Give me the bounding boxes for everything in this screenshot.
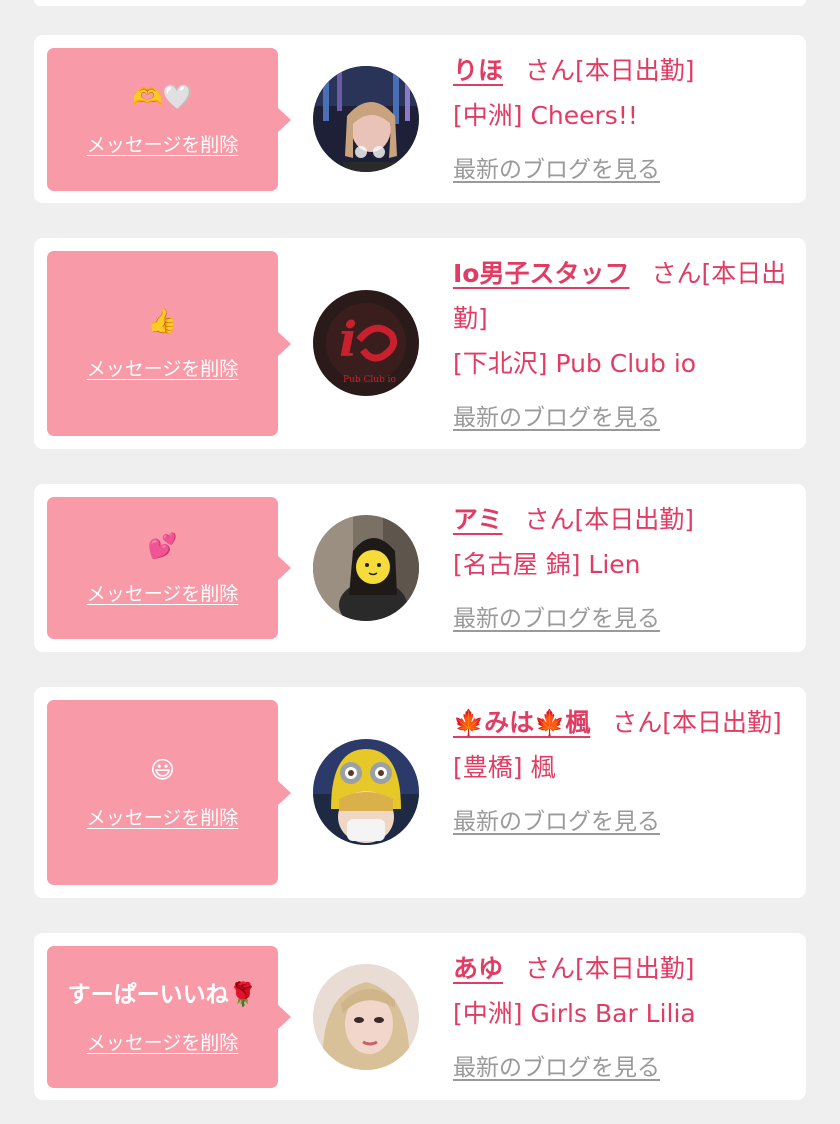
shop-name: [名古屋 錦] Lien xyxy=(453,550,641,579)
latest-blog-link[interactable]: 最新のブログを見る xyxy=(453,396,792,441)
latest-blog-link[interactable]: 最新のブログを見る xyxy=(453,800,792,845)
message-card: すーぱーいいね🌹 メッセージを削除 あゆ さん[本日出勤] [中洲] Girls … xyxy=(34,933,806,1100)
attendance-status: [本日出勤] xyxy=(575,954,695,983)
cast-info: りほ さん[本日出勤] [中洲] Cheers!! 最新のブログを見る xyxy=(453,48,792,193)
avatar[interactable] xyxy=(313,515,419,621)
message-text: 🫶🤍 xyxy=(132,83,193,111)
message-text: すーぱーいいね🌹 xyxy=(67,981,258,1008)
message-bubble: 👍 メッセージを削除 xyxy=(47,251,291,436)
latest-blog-link[interactable]: 最新のブログを見る xyxy=(453,148,792,193)
message-bubble: 🫶🤍 メッセージを削除 xyxy=(47,48,291,191)
message-bubble: 😃 メッセージを削除 xyxy=(47,700,291,885)
message-text: 👍 xyxy=(147,307,178,335)
honorific: さん xyxy=(524,505,575,534)
message-bubble: 💕 メッセージを削除 xyxy=(47,497,291,639)
honorific: さん xyxy=(525,56,576,85)
avatar[interactable] xyxy=(313,964,419,1070)
delete-message-link[interactable]: メッセージを削除 xyxy=(87,130,239,157)
attendance-status: [本日出勤] xyxy=(662,708,782,737)
svg-text:i: i xyxy=(339,312,357,368)
shop-name: [中洲] Cheers!! xyxy=(453,101,638,130)
attendance-status: [本日出勤] xyxy=(575,56,695,85)
honorific: さん xyxy=(651,259,702,288)
delete-message-link[interactable]: メッセージを削除 xyxy=(87,1028,239,1055)
attendance-status: [本日出勤] xyxy=(574,505,695,534)
message-text: 💕 xyxy=(147,531,178,560)
cast-info: あゆ さん[本日出勤] [中洲] Girls Bar Lilia 最新のブログを見… xyxy=(453,946,792,1091)
honorific: さん xyxy=(612,708,663,737)
avatar[interactable] xyxy=(313,66,419,172)
honorific: さん xyxy=(525,954,576,983)
cast-name-link[interactable]: Io男子スタッフ xyxy=(453,259,629,288)
message-card: 💕 メッセージを削除 アミ さん[本日出勤] [名古屋 錦] Lien 最新のブロ… xyxy=(34,484,806,652)
message-bubble: すーぱーいいね🌹 メッセージを削除 xyxy=(47,946,291,1088)
message-card: 😃 メッセージを削除 🍁みは🍁楓 さん[本日出勤] [豊橋] 楓 最新のブログを見… xyxy=(34,687,806,898)
delete-message-link[interactable]: メッセージを削除 xyxy=(87,579,239,606)
avatar[interactable] xyxy=(313,739,419,845)
cast-name-link[interactable]: あゆ xyxy=(453,954,503,983)
cast-name-link[interactable]: りほ xyxy=(453,56,503,85)
cast-info: 🍁みは🍁楓 さん[本日出勤] [豊橋] 楓 最新のブログを見る xyxy=(453,700,792,845)
avatar[interactable]: i Pub Club io xyxy=(313,290,419,396)
svg-text:Pub Club io: Pub Club io xyxy=(343,375,396,385)
cast-info: アミ さん[本日出勤] [名古屋 錦] Lien 最新のブログを見る xyxy=(453,497,792,642)
cast-info: Io男子スタッフ さん[本日出勤] [下北沢] Pub Club io 最新のブロ… xyxy=(453,251,792,441)
delete-message-link[interactable]: メッセージを削除 xyxy=(87,354,239,381)
message-card: 🫶🤍 メッセージを削除 りほ さん[本日出勤] [中洲] Cheers!! 最新の… xyxy=(34,35,806,203)
latest-blog-link[interactable]: 最新のブログを見る xyxy=(453,597,792,642)
previous-card-edge xyxy=(34,0,806,6)
delete-message-link[interactable]: メッセージを削除 xyxy=(87,803,239,830)
shop-name: [豊橋] 楓 xyxy=(453,753,556,782)
message-card: 👍 メッセージを削除 i Pub Club io Io男子スタッフ さん[本日出勤… xyxy=(34,238,806,449)
shop-name: [中洲] Girls Bar Lilia xyxy=(453,999,696,1028)
shop-name: [下北沢] Pub Club io xyxy=(453,349,697,378)
cast-name-link[interactable]: アミ xyxy=(453,505,503,534)
message-text: 😃 xyxy=(149,756,176,784)
cast-name-link[interactable]: 🍁みは🍁楓 xyxy=(453,708,590,737)
latest-blog-link[interactable]: 最新のブログを見る xyxy=(453,1046,792,1091)
